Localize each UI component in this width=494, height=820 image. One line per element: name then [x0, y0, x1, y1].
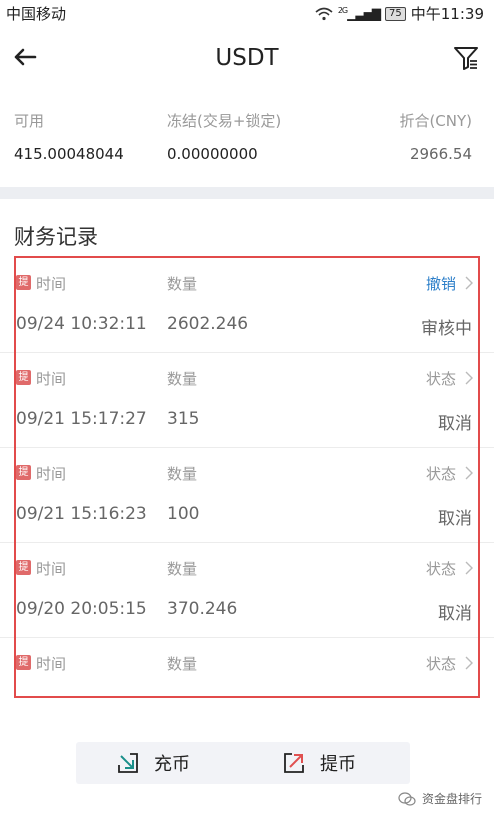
page-title: USDT: [215, 45, 279, 71]
section-title: 财务记录: [14, 225, 98, 249]
withdraw-badge: 提: [16, 275, 31, 290]
record-quantity: 2602.246: [167, 314, 249, 334]
chevron-right-icon: [465, 466, 473, 480]
time-label: 时间: [36, 655, 67, 673]
clock: 中午11:39: [410, 5, 484, 23]
watermark-text: 资金盘排行: [421, 792, 482, 806]
withdraw-badge: 提: [16, 560, 31, 575]
deposit-icon: [118, 753, 138, 773]
status-label: 状态: [425, 370, 456, 388]
record-row[interactable]: 提 时间 数量 状态 09/21 15:16:23 100 取消: [0, 448, 494, 543]
record-time: 09/21 15:16:23: [16, 504, 147, 524]
record-quantity: 370.246: [167, 599, 238, 619]
chevron-right-icon: [465, 656, 473, 670]
action-bar: 充币 提币: [76, 742, 410, 784]
wifi-icon: [315, 7, 333, 20]
status-label: 状态: [425, 655, 456, 673]
record-time: 09/20 20:05:15: [16, 599, 147, 619]
time-label: 时间: [36, 275, 67, 293]
record-row[interactable]: 提 时间 数量 状态 09/20 20:05:15 370.246 取消: [0, 543, 494, 638]
status-label: 状态: [425, 465, 456, 483]
signal-icon: 2G▁▃▅▇: [337, 6, 381, 21]
withdraw-label: 提币: [320, 754, 356, 775]
withdraw-badge: 提: [16, 655, 31, 670]
record-status: 取消: [438, 509, 472, 529]
record-time: 09/24 10:32:11: [16, 314, 147, 334]
cancel-link[interactable]: 撤销: [426, 273, 456, 294]
record-row[interactable]: 提 时间 数量 撤销 09/24 10:32:11 2602.246 审核中: [0, 258, 494, 353]
watermark: 资金盘排行: [398, 790, 482, 807]
chevron-right-icon: [465, 371, 473, 385]
time-label: 时间: [36, 370, 67, 388]
record-row[interactable]: 提 时间 数量 状态 09/21 15:17:27 315 取消: [0, 353, 494, 448]
frozen-value: 0.00000000: [167, 145, 258, 163]
deposit-button[interactable]: 充币: [116, 742, 190, 784]
record-status: 取消: [438, 414, 472, 434]
status-bar: 中国移动 2G▁▃▅▇ 75 中午11:39: [0, 0, 494, 24]
wechat-icon: [398, 791, 416, 806]
record-time: 09/21 15:17:27: [16, 409, 147, 429]
status-icons: 2G▁▃▅▇ 75 中午11:39: [315, 3, 484, 24]
battery-icon: 75: [385, 6, 406, 21]
quantity-label: 数量: [167, 655, 198, 673]
records-list: 提 时间 数量 撤销 09/24 10:32:11 2602.246 审核中 提…: [0, 258, 494, 733]
quantity-label: 数量: [167, 370, 198, 388]
status-label: 状态: [425, 560, 456, 578]
network-type: 2G: [337, 6, 348, 15]
record-status: 取消: [438, 604, 472, 624]
withdraw-badge: 提: [16, 370, 31, 385]
chevron-right-icon: [465, 561, 473, 575]
frozen-label: 冻结(交易+锁定): [167, 112, 282, 130]
record-status: 审核中: [421, 319, 472, 339]
cny-value: 2966.54: [409, 145, 472, 163]
withdraw-badge: 提: [16, 465, 31, 480]
withdraw-button[interactable]: 提币: [282, 742, 356, 784]
deposit-label: 充币: [154, 754, 190, 775]
page-header: USDT: [0, 34, 494, 84]
quantity-label: 数量: [167, 560, 198, 578]
chevron-right-icon: [465, 276, 473, 290]
record-quantity: 315: [167, 409, 200, 429]
available-value: 415.00048044: [14, 145, 124, 163]
quantity-label: 数量: [167, 275, 198, 293]
available-label: 可用: [14, 112, 45, 130]
record-quantity: 100: [167, 504, 200, 524]
filter-icon[interactable]: [452, 44, 480, 72]
withdraw-icon: [284, 753, 304, 773]
cny-label: 折合(CNY): [399, 112, 472, 130]
record-row[interactable]: 提 时间 数量 状态: [0, 638, 494, 733]
section-divider: [0, 187, 494, 199]
time-label: 时间: [36, 465, 67, 483]
time-label: 时间: [36, 560, 67, 578]
quantity-label: 数量: [167, 465, 198, 483]
carrier-name: 中国移动: [6, 5, 67, 23]
